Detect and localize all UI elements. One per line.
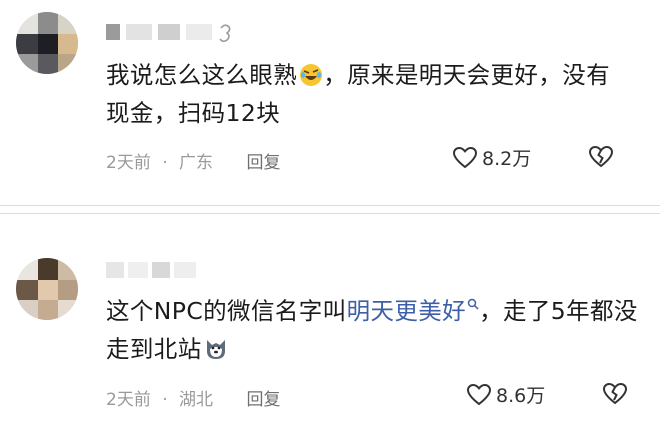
avatar[interactable]: [16, 12, 78, 74]
comment-card-1: 我说怎么这么眼熟 ，原来是明天会更好，没有现金，扫码12块 2天前 · 广东 回…: [0, 0, 660, 205]
divider: [0, 205, 660, 206]
like-button[interactable]: 8.2万: [452, 144, 531, 171]
comment-time: 2天前: [106, 390, 151, 410]
like-count: 8.6万: [496, 385, 546, 407]
search-icon: [467, 298, 479, 310]
husky-emoji: [206, 340, 225, 359]
comment-text: 这个NPC的微信名字叫明天更美好 ，走了5年都没走到北站: [106, 297, 638, 363]
comment-location: 湖北: [179, 390, 214, 410]
badge-icon: [219, 24, 231, 43]
heart-broken-icon[interactable]: [588, 144, 614, 170]
heart-outline-icon: [452, 146, 478, 169]
comment-meta: 2天前 · 湖北 回复: [106, 385, 286, 410]
heart-broken-icon[interactable]: [602, 381, 628, 407]
like-count: 8.2万: [482, 148, 532, 170]
hashtag-link[interactable]: 明天更美好: [347, 297, 480, 325]
reply-button[interactable]: 回复: [246, 153, 280, 173]
comment-meta: 2天前 · 广东 回复: [106, 148, 286, 173]
comment-text: 我说怎么这么眼熟 ，原来是明天会更好，没有现金，扫码12块: [106, 61, 611, 127]
rofl-emoji: [300, 64, 323, 86]
reply-button[interactable]: 回复: [246, 390, 280, 410]
username-blurred[interactable]: [106, 24, 214, 40]
avatar[interactable]: [16, 258, 78, 320]
like-button[interactable]: 8.6万: [466, 381, 545, 408]
separator-dot: ·: [162, 390, 168, 410]
heart-outline-icon: [466, 383, 492, 406]
comment-time: 2天前: [106, 153, 151, 173]
comment-location: 广东: [179, 153, 214, 173]
separator-dot: ·: [162, 153, 168, 173]
username-blurred[interactable]: [106, 262, 196, 278]
